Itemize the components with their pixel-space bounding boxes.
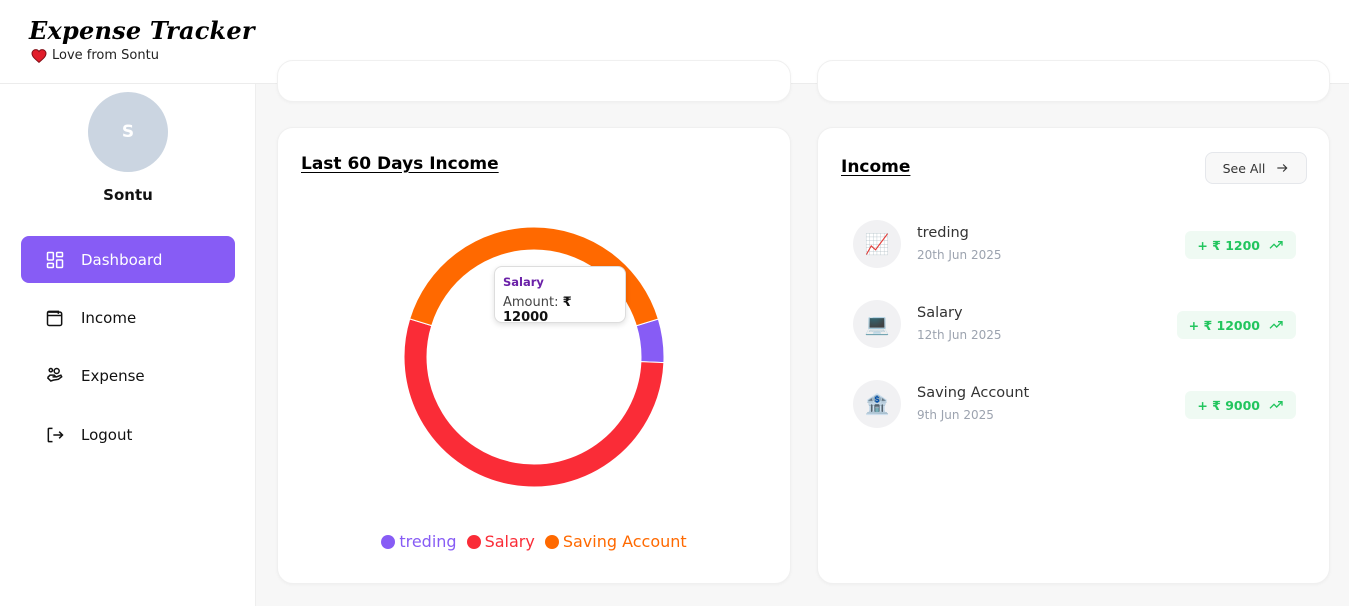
income-item[interactable]: 💻 Salary 12th Jun 2025 + ₹ 12000: [853, 300, 1296, 350]
sidebar-item-dashboard[interactable]: Dashboard: [21, 236, 235, 283]
user-name: Sontu: [103, 186, 153, 204]
income-item-amount: + ₹ 12000: [1176, 311, 1296, 339]
sidebar-item-label: Expense: [81, 366, 145, 385]
trending-up-icon: [1269, 401, 1283, 409]
legend-dot: [466, 534, 481, 549]
hand-coins-icon: [46, 367, 63, 382]
legend-label: Salary: [484, 532, 535, 551]
income-title: Income: [841, 157, 911, 177]
income-item-amount: + ₹ 1200: [1185, 231, 1296, 259]
sidebar-item-expense[interactable]: Expense: [21, 352, 235, 399]
tagline: Love from Sontu: [31, 48, 159, 63]
tooltip-name: Salary: [503, 275, 544, 289]
income-amount-text: + ₹ 1200: [1197, 237, 1260, 253]
bank-icon: 🏦: [853, 380, 901, 428]
donut-slice-treding[interactable]: [635, 318, 665, 364]
sidebar-item-income[interactable]: Income: [21, 294, 235, 341]
legend-dot: [381, 534, 396, 549]
income-item-amount: + ₹ 9000: [1185, 391, 1296, 419]
chart-tooltip: Salary Amount: ₹ 12000: [494, 266, 626, 325]
income-item[interactable]: 🏦 Saving Account 9th Jun 2025 + ₹ 9000: [853, 380, 1296, 430]
legend-label: Saving Account: [562, 532, 687, 551]
trending-up-icon: [1269, 321, 1283, 329]
legend-item-saving-account[interactable]: Saving Account: [544, 532, 687, 551]
see-all-label: See All: [1222, 160, 1266, 176]
card-top-right: [817, 60, 1330, 102]
tooltip-amount-label: Amount:: [503, 295, 559, 310]
arrow-right-icon: [1277, 164, 1288, 172]
chart-title: Last 60 Days Income: [301, 154, 499, 174]
dashboard-icon: [46, 251, 64, 268]
tooltip-amount: Amount: ₹ 12000: [503, 295, 617, 325]
heart-icon: [31, 48, 47, 63]
card-top-left: [277, 60, 791, 102]
trending-up-icon: [1269, 241, 1283, 249]
logout-icon: [47, 427, 64, 442]
income-chart-card: Last 60 Days Income Salary Amount: ₹ 120…: [277, 127, 791, 584]
legend-label: treding: [399, 532, 457, 551]
legend-item-salary[interactable]: Salary: [466, 532, 535, 551]
sidebar-item-label: Dashboard: [81, 250, 163, 269]
tagline-text: Love from Sontu: [52, 48, 159, 63]
legend-item-treding[interactable]: treding: [381, 532, 457, 551]
income-list-card: Income See All 📈 treding 20th Jun 2025 +…: [817, 127, 1330, 584]
income-item-date: 9th Jun 2025: [917, 408, 994, 422]
laptop-icon: 💻: [853, 300, 901, 348]
sidebar: S Sontu Dashboard Income Expense Logout: [0, 84, 256, 606]
income-item[interactable]: 📈 treding 20th Jun 2025 + ₹ 1200: [853, 220, 1296, 270]
income-item-date: 12th Jun 2025: [917, 328, 1002, 342]
chart-legend: treding Salary Saving Account: [278, 532, 790, 551]
app-title: Expense Tracker: [29, 16, 255, 45]
legend-dot: [544, 534, 559, 549]
sidebar-item-logout[interactable]: Logout: [21, 411, 235, 458]
income-amount-text: + ₹ 12000: [1188, 317, 1260, 333]
see-all-button[interactable]: See All: [1205, 152, 1307, 184]
income-item-name: Salary: [917, 305, 963, 321]
income-item-name: Saving Account: [917, 385, 1030, 401]
avatar: S: [88, 92, 168, 172]
sidebar-item-label: Income: [81, 308, 137, 327]
income-item-name: treding: [917, 225, 969, 241]
sidebar-item-label: Logout: [81, 425, 133, 444]
wallet-icon: [46, 310, 63, 326]
donut-slice-salary[interactable]: [403, 318, 665, 488]
income-amount-text: + ₹ 9000: [1197, 397, 1260, 413]
trending-chart-icon: 📈: [853, 220, 901, 268]
income-item-date: 20th Jun 2025: [917, 248, 1002, 262]
